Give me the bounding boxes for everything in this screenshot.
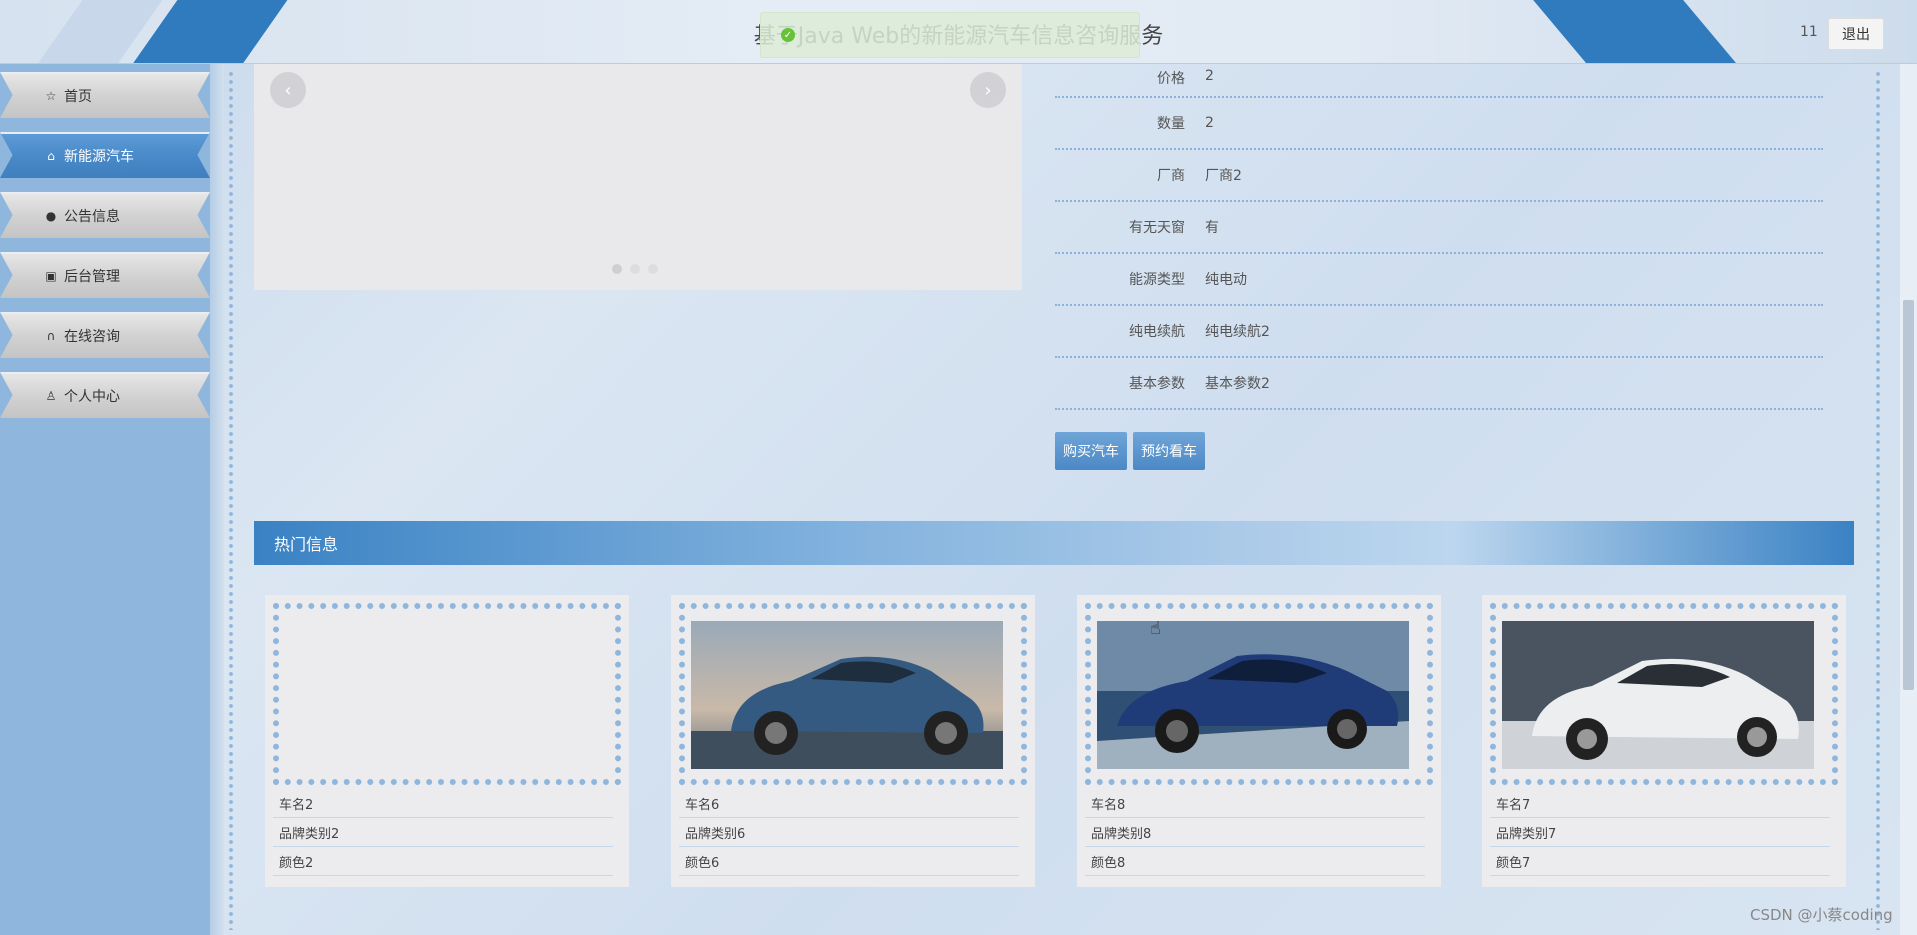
- car-color: 颜色2: [273, 847, 613, 876]
- detail-label: 基本参数: [1129, 376, 1185, 392]
- car-name: 车名2: [273, 789, 613, 818]
- bag-icon: ⌂: [47, 149, 55, 163]
- carousel-indicators: [612, 264, 658, 274]
- car-name: 车名6: [679, 789, 1019, 818]
- star-icon: ☆: [45, 89, 57, 103]
- detail-row-manufacturer: 厂商 厂商2: [1055, 150, 1823, 202]
- car-card[interactable]: 车名7 品牌类别7 颜色7: [1482, 595, 1846, 887]
- car-image[interactable]: [1097, 621, 1409, 769]
- sidebar-item-notices[interactable]: ● 公告信息: [0, 192, 210, 238]
- car-card[interactable]: 车名8 品牌类别8 颜色8: [1077, 595, 1441, 887]
- sidebar-edge: [210, 64, 224, 935]
- car-brand: 品牌类别7: [1490, 818, 1830, 847]
- sidebar-item-admin[interactable]: ▣ 后台管理: [0, 252, 210, 298]
- detail-row-basic-params: 基本参数 基本参数2: [1055, 358, 1823, 410]
- car-color: 颜色8: [1085, 847, 1425, 876]
- car-color: 颜色6: [679, 847, 1019, 876]
- detail-value: 有: [1205, 220, 1219, 236]
- carousel-dot[interactable]: [648, 264, 658, 274]
- hand-cursor-icon: ☝: [1150, 618, 1161, 639]
- car-brand: 品牌类别8: [1085, 818, 1425, 847]
- card-image-frame: [273, 603, 621, 785]
- sidebar-item-label: 在线咨询: [64, 329, 120, 345]
- car-card[interactable]: 车名2 品牌类别2 颜色2: [265, 595, 629, 887]
- sidebar-item-label: 个人中心: [64, 389, 120, 405]
- detail-row-quantity: 数量 2: [1055, 98, 1823, 150]
- car-detail-table: 价格 2 数量 2 厂商 厂商2 有无天窗 有 能源类型 纯电动 纯电续航 纯电…: [1055, 62, 1823, 410]
- detail-value: 2: [1205, 115, 1214, 131]
- carousel-prev-button[interactable]: ‹: [270, 72, 306, 108]
- card-info: 车名7 品牌类别7 颜色7: [1490, 789, 1830, 876]
- sidebar-item-label: 新能源汽车: [64, 149, 134, 165]
- sidebar-item-profile[interactable]: ♙ 个人中心: [0, 372, 210, 418]
- car-brand: 品牌类别6: [679, 818, 1019, 847]
- logout-button[interactable]: 退出: [1828, 18, 1884, 50]
- detail-row-ev-range: 纯电续航 纯电续航2: [1055, 306, 1823, 358]
- header: 基于Java Web的新能源汽车信息咨询服务 ✓ 11 退出: [0, 0, 1917, 64]
- carousel-next-button[interactable]: ›: [970, 72, 1006, 108]
- detail-value: 基本参数2: [1205, 376, 1270, 392]
- buy-car-button[interactable]: 购买汽车: [1055, 432, 1127, 470]
- detail-label: 纯电续航: [1129, 324, 1185, 340]
- card-info: 车名8 品牌类别8 颜色8: [1085, 789, 1425, 876]
- scrollbar-thumb[interactable]: [1903, 300, 1914, 690]
- watermark: CSDN @小蔡coding: [1750, 906, 1893, 924]
- sidebar-item-new-energy-cars[interactable]: ⌂ 新能源汽车: [0, 132, 210, 178]
- sidebar-item-home[interactable]: ☆ 首页: [0, 72, 210, 118]
- carousel-dot[interactable]: [630, 264, 640, 274]
- sidebar-item-label: 公告信息: [64, 209, 120, 225]
- check-circle-icon: ✓: [781, 28, 795, 42]
- user-icon: ♙: [45, 389, 57, 403]
- car-image[interactable]: [691, 621, 1003, 769]
- info-icon: ●: [45, 209, 57, 223]
- sidebar-item-label: 首页: [64, 89, 92, 105]
- detail-value: 纯电续航2: [1205, 324, 1270, 340]
- detail-value: 2: [1205, 68, 1214, 84]
- detail-label: 厂商: [1157, 168, 1185, 184]
- book-viewing-button[interactable]: 预约看车: [1133, 432, 1205, 470]
- car-name: 车名7: [1490, 789, 1830, 818]
- briefcase-icon: ▣: [45, 269, 57, 283]
- sidebar-item-consult[interactable]: ∩ 在线咨询: [0, 312, 210, 358]
- section-title: 热门信息: [274, 535, 339, 554]
- car-brand: 品牌类别2: [273, 818, 613, 847]
- detail-row-price: 价格 2: [1055, 62, 1823, 98]
- car-card[interactable]: 车名6 品牌类别6 颜色6: [671, 595, 1035, 887]
- detail-row-sunroof: 有无天窗 有: [1055, 202, 1823, 254]
- car-image[interactable]: [1502, 621, 1814, 769]
- card-info: 车名2 品牌类别2 颜色2: [273, 789, 613, 876]
- card-info: 车名6 品牌类别6 颜色6: [679, 789, 1019, 876]
- detail-row-energy-type: 能源类型 纯电动: [1055, 254, 1823, 306]
- action-buttons: 购买汽车 预约看车: [1055, 432, 1205, 470]
- success-toast: ✓: [760, 12, 1140, 58]
- detail-label: 数量: [1157, 116, 1185, 132]
- detail-value: 厂商2: [1205, 168, 1242, 184]
- dotted-border-right: [1876, 70, 1880, 930]
- detail-label: 能源类型: [1129, 272, 1185, 288]
- carousel-dot[interactable]: [612, 264, 622, 274]
- car-color: 颜色7: [1490, 847, 1830, 876]
- detail-label: 价格: [1157, 71, 1185, 87]
- sidebar: ☆ 首页 ⌂ 新能源汽车 ● 公告信息 ▣ 后台管理 ∩ 在线咨询 ♙ 个人中心: [0, 64, 210, 935]
- image-carousel[interactable]: ‹ ›: [254, 64, 1022, 290]
- car-name: 车名8: [1085, 789, 1425, 818]
- detail-label: 有无天窗: [1129, 220, 1185, 236]
- username: 11: [1800, 24, 1818, 40]
- detail-value: 纯电动: [1205, 272, 1247, 288]
- dotted-border-left: [229, 70, 233, 930]
- sidebar-item-label: 后台管理: [64, 269, 120, 285]
- hot-info-header: 热门信息: [254, 521, 1854, 565]
- headset-icon: ∩: [46, 329, 56, 343]
